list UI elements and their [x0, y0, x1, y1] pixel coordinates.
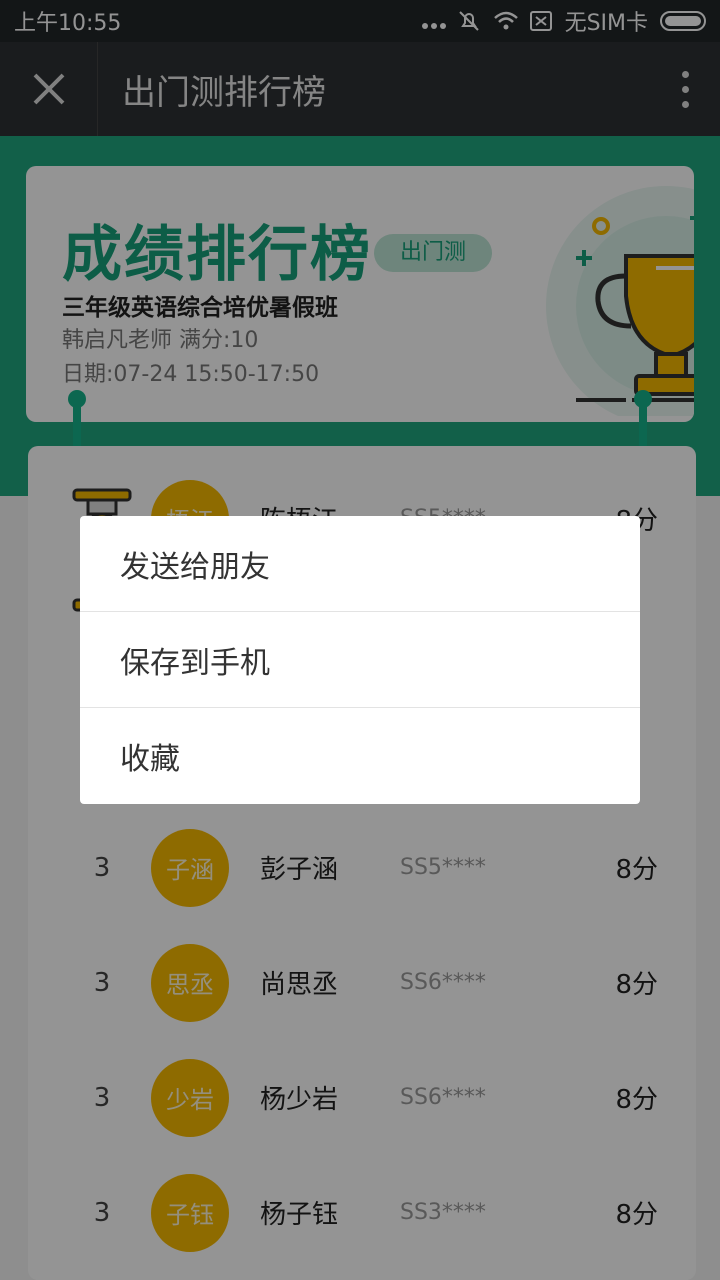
save-to-phone-option[interactable]: 保存到手机 — [80, 612, 640, 708]
share-action-dialog: 发送给朋友 保存到手机 收藏 — [80, 516, 640, 804]
favorite-option[interactable]: 收藏 — [80, 708, 640, 804]
send-to-friend-option[interactable]: 发送给朋友 — [80, 516, 640, 612]
